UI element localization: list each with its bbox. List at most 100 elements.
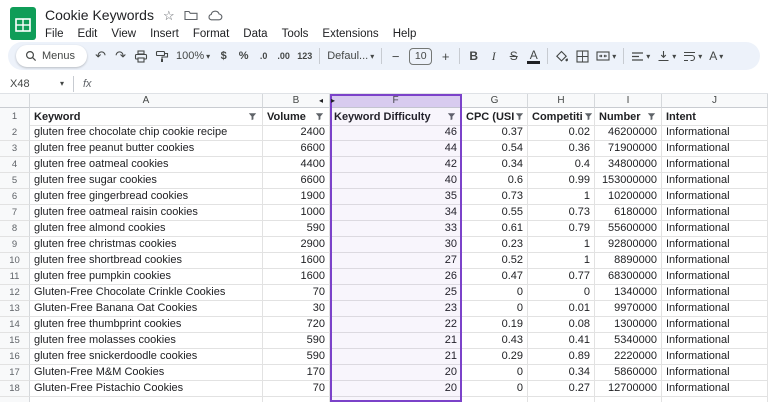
- cell-volume[interactable]: 4400: [263, 157, 330, 173]
- hidden-columns-left-arrow[interactable]: ◂: [319, 96, 323, 106]
- cell-keyword-difficulty[interactable]: 21: [330, 333, 462, 349]
- cell-volume[interactable]: 6600: [263, 141, 330, 157]
- cell-volume[interactable]: 720: [263, 317, 330, 333]
- cell-number[interactable]: 8890000: [595, 253, 662, 269]
- cell-intent[interactable]: Informational: [662, 157, 768, 173]
- cell-keyword-difficulty[interactable]: 23: [330, 301, 462, 317]
- cell-keyword-difficulty[interactable]: 34: [330, 205, 462, 221]
- decrease-decimals-button[interactable]: .0: [257, 51, 270, 61]
- cell-keyword-difficulty[interactable]: 30: [330, 237, 462, 253]
- cell-keyword-difficulty[interactable]: 46: [330, 125, 462, 141]
- filter-icon[interactable]: [583, 111, 594, 122]
- cell-volume[interactable]: 170: [263, 365, 330, 381]
- font-size-input[interactable]: 10: [409, 48, 432, 65]
- menu-data[interactable]: Data: [236, 27, 274, 41]
- increase-decimals-button[interactable]: .00: [277, 51, 290, 61]
- cell-volume[interactable]: 1600: [263, 253, 330, 269]
- cell-competition[interactable]: 0.27: [528, 381, 595, 397]
- cell-intent[interactable]: Informational: [662, 301, 768, 317]
- hidden-columns-right-arrow[interactable]: ▸: [331, 96, 335, 106]
- cell-number[interactable]: 2220000: [595, 349, 662, 365]
- cell-keyword[interactable]: gluten free snickerdoodle cookies: [30, 349, 263, 365]
- cell-cpc[interactable]: 0.61: [462, 221, 528, 237]
- row-number[interactable]: 15: [0, 333, 30, 349]
- header-cell-keyword-difficulty[interactable]: Keyword Difficulty: [330, 108, 462, 126]
- cell-number[interactable]: 5340000: [595, 333, 662, 349]
- cell-keyword-difficulty[interactable]: 26: [330, 269, 462, 285]
- cell-competition[interactable]: 1: [528, 189, 595, 205]
- strikethrough-button[interactable]: S: [507, 49, 520, 63]
- cell-competition[interactable]: 0.4: [528, 157, 595, 173]
- bold-button[interactable]: B: [467, 49, 480, 63]
- cell-keyword[interactable]: gluten free sugar cookies: [30, 173, 263, 189]
- cell-cpc[interactable]: 0.34: [462, 157, 528, 173]
- menu-format[interactable]: Format: [186, 27, 236, 41]
- row-number[interactable]: 13: [0, 301, 30, 317]
- cell-intent[interactable]: Informational: [662, 125, 768, 141]
- cell-competition[interactable]: 0.89: [528, 349, 595, 365]
- cell-volume[interactable]: 590: [263, 221, 330, 237]
- cell-keyword[interactable]: gluten free molasses cookies: [30, 333, 263, 349]
- cell-keyword[interactable]: gluten free christmas cookies: [30, 237, 263, 253]
- text-rotation-button[interactable]: A ▾: [709, 49, 723, 63]
- cell-intent[interactable]: Informational: [662, 365, 768, 381]
- cell-number[interactable]: 92800000: [595, 237, 662, 253]
- cell-keyword-difficulty[interactable]: 40: [330, 173, 462, 189]
- column-header-j[interactable]: J: [662, 94, 768, 108]
- redo-button[interactable]: ↷: [114, 48, 127, 64]
- filter-icon[interactable]: [247, 111, 258, 122]
- decrease-font-size-button[interactable]: −: [389, 49, 402, 64]
- cell-cpc[interactable]: 0.52: [462, 253, 528, 269]
- cell-cpc[interactable]: 0: [462, 301, 528, 317]
- cell-intent[interactable]: Informational: [662, 333, 768, 349]
- sheets-logo-icon[interactable]: [10, 7, 36, 40]
- undo-button[interactable]: ↶: [94, 48, 107, 64]
- header-cell-intent[interactable]: Intent: [662, 108, 768, 126]
- cell-cpc[interactable]: 0.37: [462, 125, 528, 141]
- move-folder-icon[interactable]: [184, 10, 198, 21]
- cell-keyword[interactable]: gluten free almond cookies: [30, 221, 263, 237]
- italic-button[interactable]: I: [487, 49, 500, 64]
- cell-keyword-difficulty[interactable]: 20: [330, 381, 462, 397]
- cell-keyword[interactable]: gluten free peanut butter cookies: [30, 141, 263, 157]
- header-cell-cpc[interactable]: CPC (USI: [462, 108, 528, 126]
- cell-cpc[interactable]: 0.29: [462, 349, 528, 365]
- row-number[interactable]: 7: [0, 205, 30, 221]
- cell-volume[interactable]: 70: [263, 285, 330, 301]
- format-currency-button[interactable]: $: [217, 50, 230, 62]
- cell-volume[interactable]: 70: [263, 381, 330, 397]
- filter-icon[interactable]: [446, 111, 457, 122]
- select-all-corner[interactable]: [0, 94, 30, 108]
- cell-volume[interactable]: 590: [263, 349, 330, 365]
- print-button[interactable]: [134, 50, 148, 63]
- text-color-button[interactable]: A: [527, 49, 540, 64]
- header-cell-competition[interactable]: Competiti: [528, 108, 595, 126]
- row-number[interactable]: 1: [0, 108, 30, 126]
- font-family-select[interactable]: Defaul...▾: [327, 50, 374, 62]
- cell-number[interactable]: 12700000: [595, 381, 662, 397]
- row-number[interactable]: 10: [0, 253, 30, 269]
- row-number[interactable]: 5: [0, 173, 30, 189]
- cell-cpc[interactable]: 0: [462, 285, 528, 301]
- cell-keyword[interactable]: Gluten-Free Banana Oat Cookies: [30, 301, 263, 317]
- cell-cpc[interactable]: 0.54: [462, 141, 528, 157]
- cell-keyword-difficulty[interactable]: 33: [330, 221, 462, 237]
- cell-number[interactable]: 1300000: [595, 317, 662, 333]
- cell-intent[interactable]: Informational: [662, 317, 768, 333]
- cell-number[interactable]: 153000000: [595, 173, 662, 189]
- cell-number[interactable]: 10200000: [595, 189, 662, 205]
- cell-intent[interactable]: Informational: [662, 205, 768, 221]
- cell-keyword[interactable]: gluten free oatmeal raisin cookies: [30, 205, 263, 221]
- cell-keyword[interactable]: gluten free chocolate chip cookie recipe: [30, 125, 263, 141]
- cell-cpc[interactable]: 0.73: [462, 189, 528, 205]
- cell-intent[interactable]: Informational: [662, 189, 768, 205]
- more-formats-button[interactable]: 123: [297, 51, 312, 61]
- cell-volume[interactable]: 1600: [263, 269, 330, 285]
- column-header-i[interactable]: I: [595, 94, 662, 108]
- fill-color-button[interactable]: [555, 50, 569, 63]
- cell-competition[interactable]: 0.41: [528, 333, 595, 349]
- cell-keyword[interactable]: gluten free pumpkin cookies: [30, 269, 263, 285]
- cell-intent[interactable]: Informational: [662, 141, 768, 157]
- cell-keyword-difficulty[interactable]: 35: [330, 189, 462, 205]
- menu-help[interactable]: Help: [386, 27, 424, 41]
